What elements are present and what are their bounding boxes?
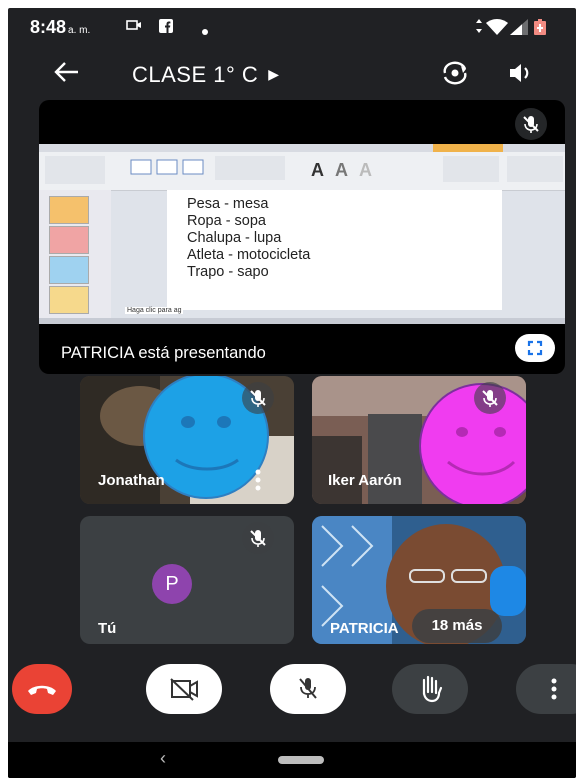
- word-ribbon: A A A: [39, 144, 565, 191]
- participant-name: PATRICIA: [330, 620, 399, 637]
- raise-hand-icon: [422, 675, 443, 703]
- meeting-title: CLASE 1° C: [132, 62, 259, 87]
- back-button[interactable]: [52, 60, 80, 89]
- participant-tile-self[interactable]: P Tú: [80, 516, 294, 644]
- nav-home-pill[interactable]: [278, 756, 324, 764]
- shared-screen: A A A Pesa - mesa Ropa - sopa Chalupa - …: [39, 144, 565, 324]
- speaker-button[interactable]: [508, 61, 534, 90]
- slide-line: Chalupa - lupa: [187, 230, 282, 246]
- clock-ampm: a. m.: [68, 25, 91, 36]
- participant-name: Tú: [98, 620, 117, 637]
- arrow-left-icon: [54, 62, 78, 82]
- meeting-screen: 8:48 a. m. CLASE 1° C ▶ A A A Pesa - mes…: [8, 8, 576, 778]
- phone-hangup-icon: [28, 685, 56, 695]
- presenter-muted-badge: [515, 108, 547, 140]
- screen-record-icon: [126, 19, 142, 34]
- video-off-icon: [170, 678, 198, 701]
- meeting-app-bar: CLASE 1° C ▶: [8, 48, 576, 104]
- svg-text:A: A: [335, 160, 348, 180]
- participant-muted-badge: [242, 382, 274, 414]
- switch-camera-button[interactable]: [440, 60, 470, 91]
- clock-time: 8:48: [30, 17, 67, 37]
- mic-off-icon: [250, 390, 266, 407]
- microphone-toggle-button[interactable]: [270, 664, 346, 714]
- participant-name: Jonathan: [98, 472, 165, 489]
- mic-off-icon: [482, 390, 498, 407]
- participant-tile-jonathan[interactable]: Jonathan: [80, 376, 294, 504]
- avatar: P: [152, 564, 192, 604]
- ribbon-tools-graphic: A A A: [45, 156, 563, 184]
- svg-text:A: A: [359, 160, 372, 180]
- meeting-title-button[interactable]: CLASE 1° C ▶: [132, 62, 280, 88]
- slide-line: Pesa - mesa: [187, 196, 269, 212]
- document-page: Pesa - mesa Ropa - sopa Chalupa - lupa A…: [167, 190, 502, 310]
- fullscreen-icon: [527, 340, 543, 356]
- slide-hint: Haga clic para ag: [125, 307, 184, 314]
- svg-text:A: A: [311, 160, 324, 180]
- system-nav-bar: ‹: [8, 742, 576, 778]
- raise-hand-button[interactable]: [392, 664, 468, 714]
- more-participants-chip[interactable]: 18 más: [412, 609, 502, 643]
- data-transfer-icon: [475, 19, 483, 36]
- wifi-icon: [486, 19, 508, 38]
- facebook-icon: [159, 19, 173, 36]
- more-vert-icon: [551, 678, 557, 700]
- fullscreen-button[interactable]: [515, 334, 555, 362]
- status-bar: 8:48 a. m.: [8, 8, 576, 46]
- mic-off-icon: [523, 116, 539, 133]
- presenter-label: PATRICIA está presentando: [61, 344, 266, 362]
- mic-off-icon: [250, 530, 266, 547]
- chevron-right-icon: ▶: [268, 66, 280, 82]
- slide-line: Ropa - sopa: [187, 213, 266, 229]
- more-options-icon[interactable]: [254, 468, 262, 492]
- camera-toggle-button[interactable]: [146, 664, 222, 714]
- presentation-tile[interactable]: A A A Pesa - mesa Ropa - sopa Chalupa - …: [39, 100, 565, 374]
- speaker-icon: [510, 64, 529, 82]
- word-status-bar: [39, 318, 565, 324]
- notification-dot-icon: [202, 23, 208, 38]
- pink-smiley-sticker: [419, 383, 526, 504]
- participant-name: Iker Aarón: [328, 472, 402, 489]
- signal-icon: [510, 19, 528, 38]
- clock: 8:48 a. m.: [30, 17, 90, 38]
- slide-line: Atleta - motocicleta: [187, 247, 311, 263]
- call-controls: [8, 664, 576, 724]
- participant-muted-badge: [474, 382, 506, 414]
- slide-line: Trapo - sapo: [187, 264, 269, 280]
- self-muted-badge: [242, 522, 274, 554]
- participant-tile-iker[interactable]: Iker Aarón: [312, 376, 526, 504]
- more-options-button[interactable]: [516, 664, 576, 714]
- nav-back-icon[interactable]: ‹: [160, 748, 166, 769]
- page-thumbnails: [39, 190, 111, 318]
- mic-off-icon: [299, 678, 317, 699]
- hang-up-button[interactable]: [12, 664, 72, 714]
- battery-icon: [534, 19, 546, 38]
- switch-camera-icon: [443, 61, 467, 85]
